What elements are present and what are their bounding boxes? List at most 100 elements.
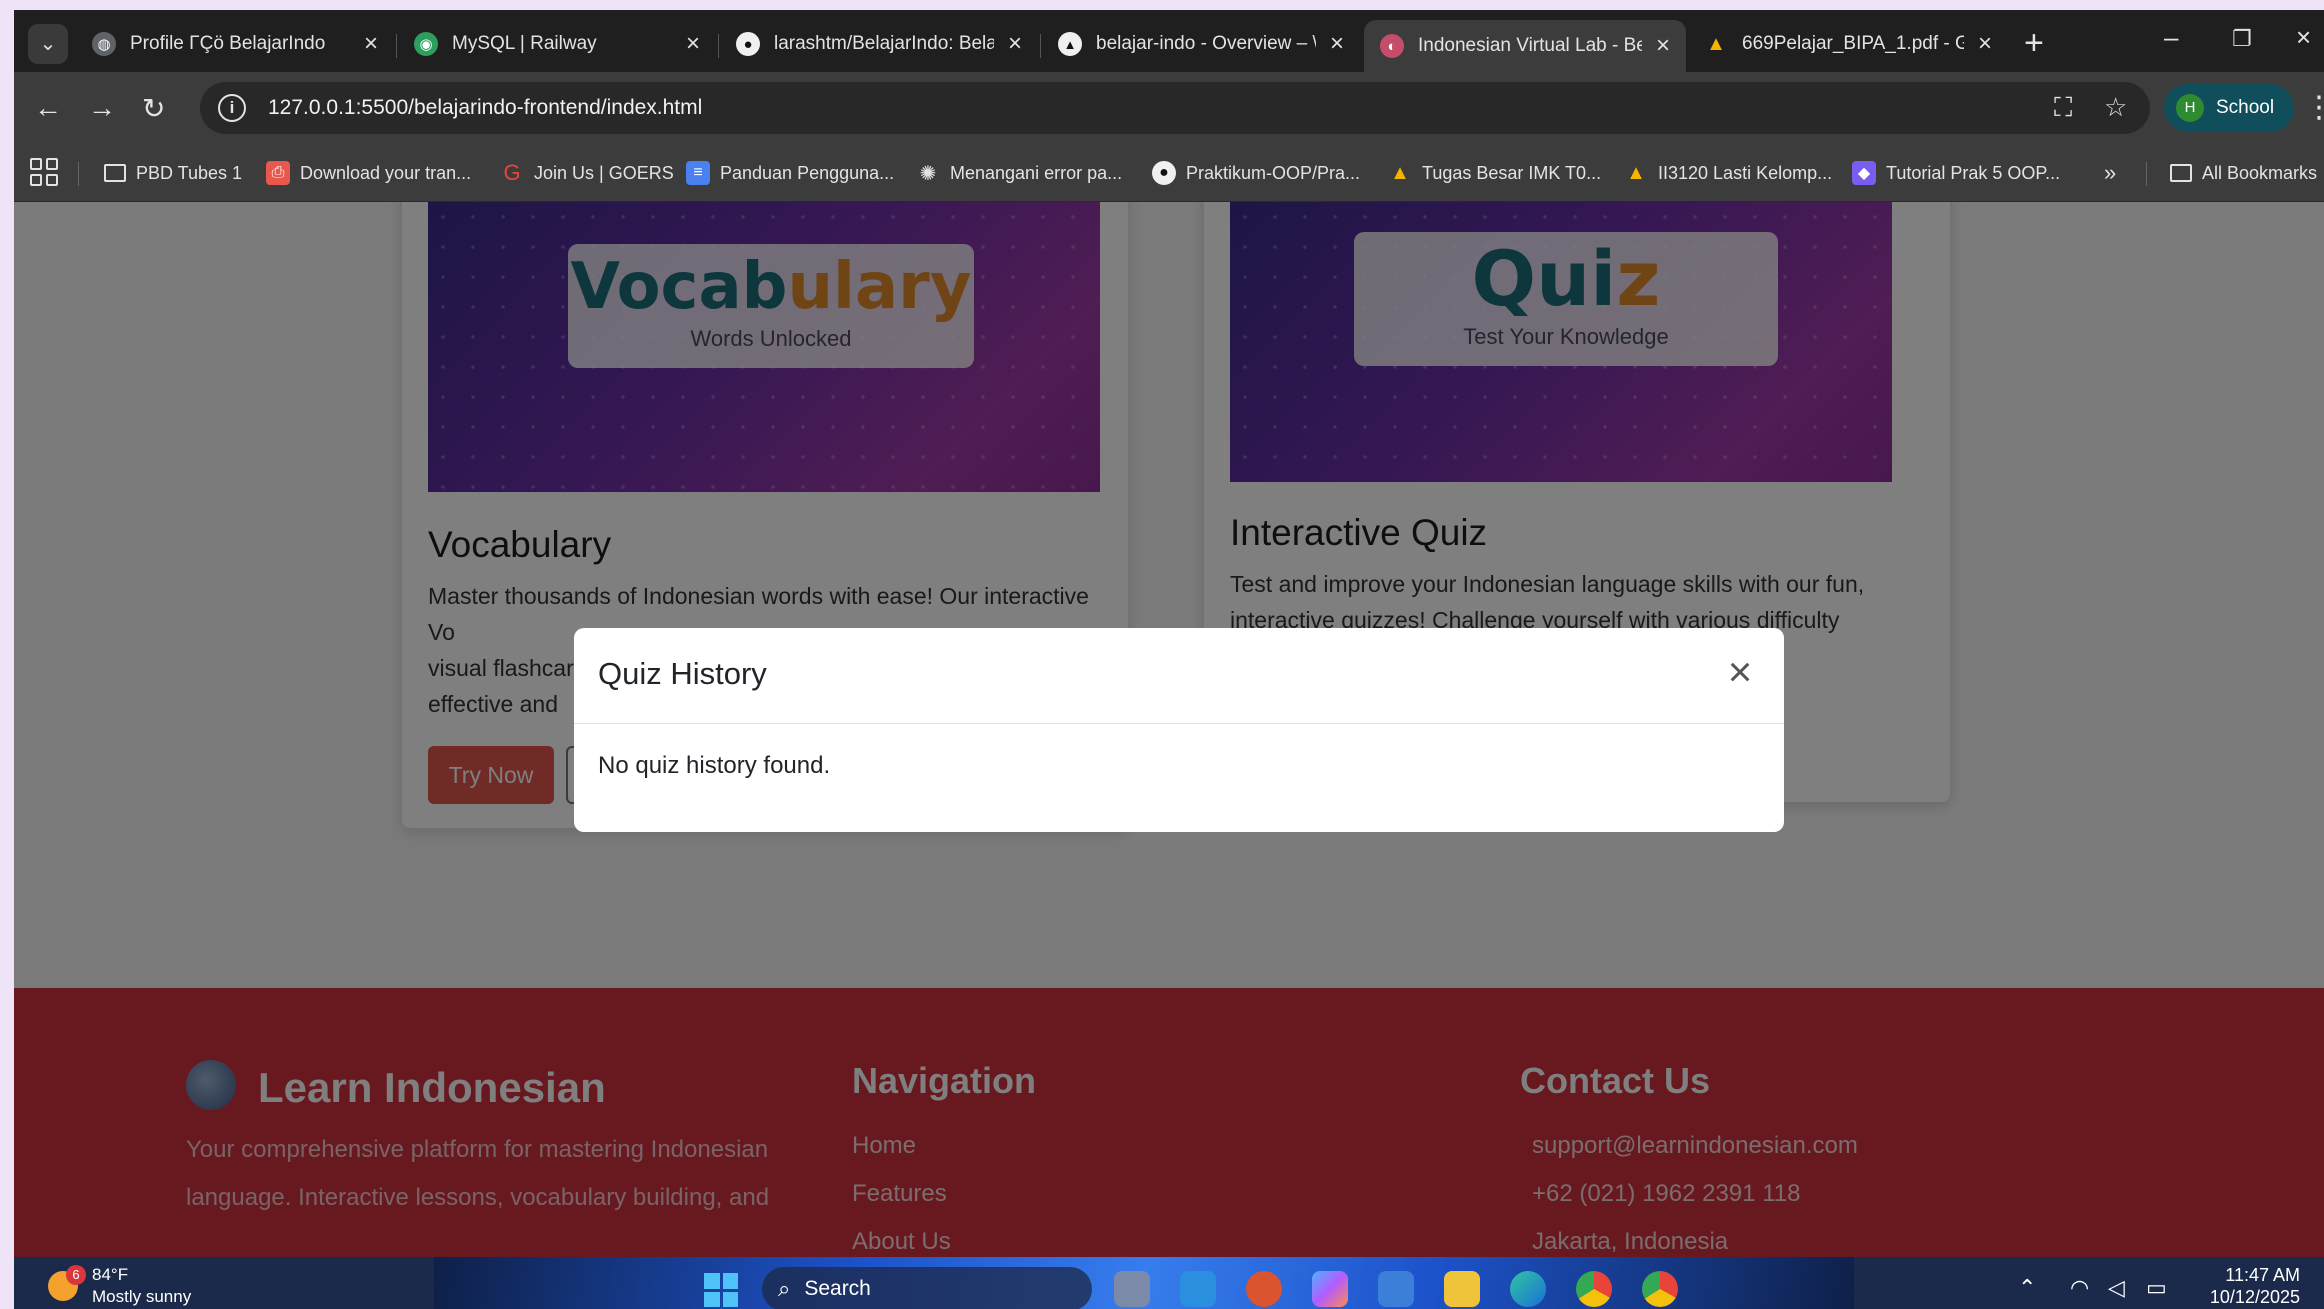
- tab-virtual-lab[interactable]: ◐ Indonesian Virtual Lab - Be ×: [1364, 20, 1686, 72]
- edge-icon[interactable]: [1510, 1271, 1546, 1307]
- taskbar-search-label: Search: [804, 1277, 871, 1300]
- weather-desc: Mostly sunny: [92, 1287, 192, 1306]
- powerpoint-icon[interactable]: [1246, 1271, 1282, 1307]
- tab-title: larashtm/BelajarIndo: Belaj: [774, 33, 994, 54]
- tab-vercel[interactable]: ▲ belajar-indo - Overview – \ ×: [1042, 20, 1360, 68]
- modal-header: Quiz History ×: [574, 628, 1784, 724]
- github-icon: ●: [736, 32, 760, 56]
- goers-icon: G: [503, 160, 521, 185]
- close-icon[interactable]: ×: [1716, 648, 1764, 696]
- address-url: 127.0.0.1:5500/belajarindo-frontend/inde…: [268, 96, 703, 119]
- close-window-icon[interactable]: ×: [2296, 22, 2311, 53]
- bookmarks-divider: [78, 162, 79, 186]
- bookmark-menangani[interactable]: ✺ Menangani error pa...: [916, 158, 1123, 188]
- more-bookmarks-button[interactable]: »: [2104, 158, 2116, 188]
- vscode-icon[interactable]: [1180, 1271, 1216, 1307]
- bookmark-praktikum[interactable]: ● Praktikum-OOP/Pra...: [1152, 158, 1360, 188]
- browser-window: ⌄ ◍ Profile ΓÇö BelajarIndo × ◉ MySQL | …: [14, 10, 2324, 1309]
- site-icon: ◐: [1380, 34, 1404, 58]
- bookmark-goers[interactable]: G Join Us | GOERS: [500, 158, 674, 188]
- close-tab-icon[interactable]: ×: [686, 30, 700, 58]
- bookmark-label: Praktikum-OOP/Pra...: [1186, 162, 1361, 183]
- more-bookmarks-label: »: [2104, 160, 2117, 185]
- bookmark-label: Tugas Besar IMK T0...: [1422, 162, 1602, 183]
- tab-divider: [718, 34, 719, 58]
- translate-icon[interactable]: ⛶: [2054, 92, 2072, 124]
- close-tab-icon[interactable]: ×: [1656, 32, 1670, 60]
- bookmark-panduan[interactable]: ≡ Panduan Pengguna...: [686, 158, 894, 188]
- address-bar[interactable]: i 127.0.0.1:5500/belajarindo-frontend/in…: [200, 82, 2150, 134]
- vercel-icon: ▲: [1058, 32, 1082, 56]
- tab-divider: [1040, 34, 1041, 58]
- bookmark-label: PBD Tubes 1: [136, 162, 243, 183]
- bookmark-tugas-besar[interactable]: ▲ Tugas Besar IMK T0...: [1388, 158, 1601, 188]
- tab-title: belajar-indo - Overview – \: [1096, 33, 1316, 54]
- tab-mysql[interactable]: ◉ MySQL | Railway ×: [398, 20, 716, 68]
- tab-pdf[interactable]: ▲ 669Pelajar_BIPA_1.pdf - Go ×: [1688, 20, 2008, 68]
- chrome-icon[interactable]: [1576, 1271, 1612, 1307]
- task-view-icon[interactable]: [1114, 1271, 1150, 1307]
- search-icon: ⌕: [778, 1276, 791, 1301]
- windows-taskbar: 6 84°F Mostly sunny ⌕ Search ⌃ ◠ ◁ ▭ 11:…: [14, 1257, 2324, 1309]
- browser-toolbar: ← → ↻ i 127.0.0.1:5500/belajarindo-front…: [14, 72, 2324, 144]
- close-tab-icon[interactable]: ×: [364, 30, 378, 58]
- tray-chevron-icon[interactable]: ⌃: [2018, 1275, 2036, 1301]
- bookmark-download[interactable]: ⎙ Download your tran...: [266, 158, 471, 188]
- bookmark-star-icon[interactable]: ☆: [2104, 92, 2127, 123]
- weather-badge: 6: [66, 1265, 86, 1285]
- volume-icon[interactable]: ◁: [2108, 1275, 2125, 1301]
- profile-button[interactable]: H School: [2164, 84, 2295, 132]
- kebab-menu-icon[interactable]: ⋮: [2304, 90, 2324, 125]
- openai-icon: ✺: [919, 162, 937, 185]
- forward-arrow-icon[interactable]: →: [88, 92, 116, 124]
- close-tab-icon[interactable]: ×: [1008, 30, 1022, 58]
- tab-github[interactable]: ● larashtm/BelajarIndo: Belaj ×: [720, 20, 1038, 68]
- close-tab-icon[interactable]: ×: [1330, 30, 1344, 58]
- bookmark-label: All Bookmarks: [2202, 162, 2318, 183]
- google-drive-icon: ▲: [1390, 161, 1410, 184]
- minimize-icon[interactable]: –: [2164, 22, 2178, 53]
- tab-title: Indonesian Virtual Lab - Be: [1418, 35, 1642, 56]
- taskbar-search[interactable]: ⌕ Search: [762, 1267, 1092, 1309]
- wifi-icon[interactable]: ◠: [2070, 1275, 2089, 1301]
- github-icon: ●: [1152, 161, 1176, 185]
- reload-icon[interactable]: ↻: [142, 92, 165, 125]
- bookmark-ii3120[interactable]: ▲ II3120 Lasti Kelomp...: [1624, 158, 1832, 188]
- clock-date[interactable]: 10/12/2025: [2190, 1287, 2300, 1308]
- folder-icon: [2170, 164, 2192, 182]
- docs-icon: ≡: [686, 161, 710, 185]
- store-icon[interactable]: [1378, 1271, 1414, 1307]
- close-tab-icon[interactable]: ×: [1978, 30, 1992, 58]
- bookmarks-bar: PBD Tubes 1 ⎙ Download your tran... G Jo…: [14, 144, 2324, 202]
- bookmark-label: Download your tran...: [300, 162, 472, 183]
- file-explorer-icon[interactable]: [1444, 1271, 1480, 1307]
- tab-search-button[interactable]: ⌄: [28, 24, 68, 64]
- site-info-icon[interactable]: i: [218, 94, 246, 122]
- bookmark-tutorial[interactable]: ◆ Tutorial Prak 5 OOP...: [1852, 158, 2060, 188]
- bookmark-label: Join Us | GOERS: [534, 162, 674, 183]
- tab-profile[interactable]: ◍ Profile ΓÇö BelajarIndo ×: [76, 20, 394, 68]
- tab-title: 669Pelajar_BIPA_1.pdf - Go: [1742, 33, 1964, 54]
- tab-title: MySQL | Railway: [452, 33, 597, 54]
- tab-strip: ⌄ ◍ Profile ΓÇö BelajarIndo × ◉ MySQL | …: [14, 10, 2324, 72]
- tab-title: Profile ΓÇö BelajarIndo: [130, 33, 326, 54]
- restore-icon[interactable]: ❐: [2232, 26, 2252, 52]
- chrome-profile-icon[interactable]: [1642, 1271, 1678, 1307]
- page-content: Vocabulary Words Unlocked Vocabulary Mas…: [14, 202, 2324, 1257]
- clock-time[interactable]: 11:47 AM: [2210, 1265, 2300, 1286]
- windows-start-icon[interactable]: [704, 1273, 738, 1307]
- apps-grid-icon[interactable]: [30, 158, 58, 186]
- all-bookmarks-button[interactable]: All Bookmarks: [2170, 158, 2317, 188]
- quiz-history-modal: Quiz History × No quiz history found.: [574, 628, 1784, 832]
- bookmark-pbd-tubes[interactable]: PBD Tubes 1: [104, 158, 242, 188]
- bookmark-label: Menangani error pa...: [950, 162, 1123, 183]
- battery-icon[interactable]: ▭: [2146, 1275, 2167, 1301]
- folder-icon: [104, 164, 126, 182]
- new-tab-button[interactable]: +: [2024, 24, 2044, 63]
- copilot-icon[interactable]: [1312, 1271, 1348, 1307]
- bookmark-label: Panduan Pengguna...: [720, 162, 895, 183]
- back-arrow-icon[interactable]: ←: [34, 92, 62, 124]
- bookmarks-divider: [2146, 162, 2147, 186]
- railway-icon: ◉: [414, 32, 438, 56]
- google-drive-icon: ▲: [1626, 161, 1646, 184]
